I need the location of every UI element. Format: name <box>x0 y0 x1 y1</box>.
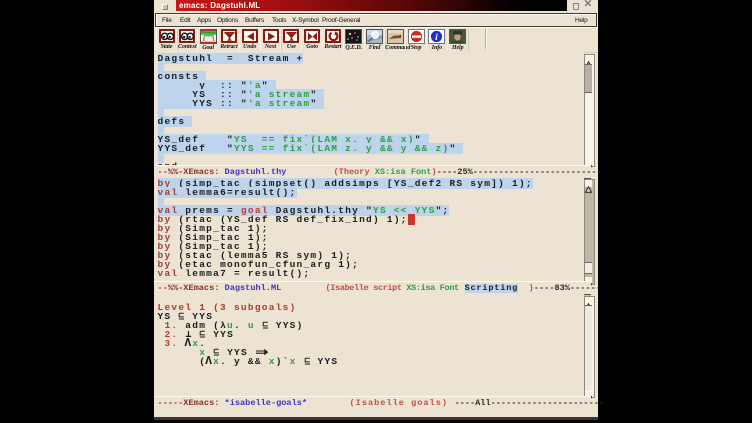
svg-text:i: i <box>436 33 439 43</box>
